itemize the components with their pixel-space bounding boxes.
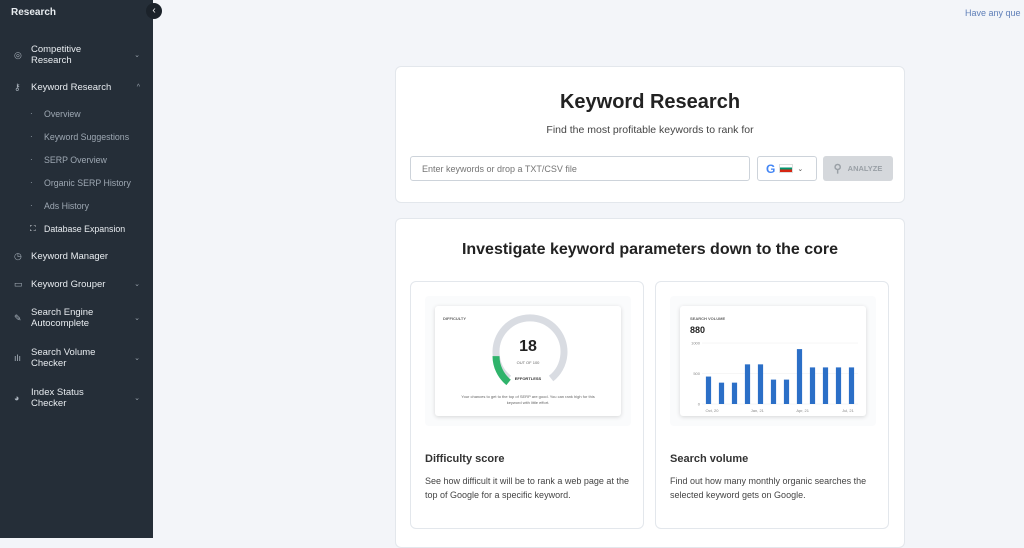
bar: [757, 364, 764, 404]
features-card: Investigate keyword parameters down to t…: [395, 218, 905, 548]
chevron-down-icon: ⌄: [134, 394, 140, 402]
search-engine-select[interactable]: G ⌄: [757, 156, 817, 181]
chevron-down-icon: ⌄: [134, 314, 140, 322]
y-tick-label: 1000: [691, 341, 701, 346]
bullet-icon: ·: [30, 109, 33, 118]
search-card: Keyword Research Find the most profitabl…: [395, 66, 905, 203]
sidebar-subitem[interactable]: · Organic SERP History: [0, 171, 153, 194]
bar: [809, 367, 816, 404]
feature-search-volume: SEARCH VOLUME 880 1000 500 0 Oct, 20 Jan, 21…: [655, 281, 889, 529]
help-link[interactable]: Have any que: [965, 8, 1021, 18]
chevron-down-icon: ⌄: [797, 165, 804, 173]
search-volume-chart: 1000 500 0 Oct, 20 Jan, 21 Apr, 21 Jul, 21: [691, 341, 858, 413]
x-tick-label: Apr, 21: [796, 408, 809, 413]
page-title: Keyword Research: [559, 91, 741, 113]
target-icon: ◎: [14, 49, 22, 60]
bullet-icon: ·: [30, 155, 33, 164]
sidebar-item-keyword-grouper[interactable]: ▭ Keyword Grouper ⌄: [0, 270, 153, 298]
bar: [796, 349, 803, 404]
bar: [822, 367, 829, 404]
collapse-sidebar-button[interactable]: ‹: [146, 3, 162, 19]
bulgaria-flag-icon: [779, 164, 794, 173]
x-tick-label: Jul, 21: [842, 408, 855, 413]
page-subtitle: Find the most profitable keywords to ran…: [546, 124, 754, 136]
difficulty-score: 18: [519, 338, 537, 355]
bar: [770, 379, 777, 404]
bar: [731, 382, 738, 404]
sidebar-item-search-engine-autocomplete[interactable]: ✎ Search Engine Autocomplete ⌄: [0, 298, 153, 338]
sidebar-item-search-volume-checker[interactable]: ılı Search Volume Checker ⌄: [0, 338, 153, 378]
sidebar-subitem[interactable]: ⛶ Database Expansion: [0, 217, 153, 240]
pie-icon: ◕: [14, 392, 20, 403]
features-title: Investigate keyword parameters down to t…: [461, 241, 839, 258]
keyword-input[interactable]: [410, 156, 750, 181]
bar-chart-icon: ılı: [14, 352, 22, 363]
bar: [848, 367, 855, 404]
x-tick-label: Jan, 21: [751, 408, 765, 413]
key-icon: ⚷: [14, 81, 21, 92]
bullet-icon: ·: [30, 201, 33, 210]
clock-icon: ◷: [14, 250, 22, 261]
chevron-up-icon: ^: [136, 83, 140, 91]
feature-difficulty: DIFFICULTY 18 OUT OF 100 EFFORTLESS Your…: [410, 281, 644, 529]
sidebar-title: Research: [11, 7, 57, 18]
google-icon: G: [766, 161, 776, 176]
sidebar: Research ‹ ◎ Competitive Research ⌄ ⚷ Keywor…: [0, 0, 162, 538]
sidebar-item-index-status-checker[interactable]: ◕ Index Status Checker ⌄: [0, 378, 153, 418]
sidebar-item-keyword-manager[interactable]: ◷ Keyword Manager: [0, 242, 153, 270]
analyze-button[interactable]: ⚲ ANALYZE: [823, 156, 893, 181]
bar: [705, 376, 712, 404]
bar: [744, 364, 751, 404]
sidebar-subitem[interactable]: · Ads History: [0, 194, 153, 217]
folder-icon: ▭: [14, 278, 23, 289]
chevron-down-icon: ⌄: [134, 354, 140, 362]
sidebar-subitem[interactable]: · Overview: [0, 102, 153, 125]
search-icon: ⚲: [833, 163, 842, 175]
difficulty-level: EFFORTLESS: [514, 376, 542, 381]
sidebar-item-competitive-research[interactable]: ◎ Competitive Research ⌄: [0, 42, 153, 68]
pen-icon: ✎: [14, 312, 22, 323]
bar: [783, 379, 790, 404]
y-tick-label: 500: [693, 371, 700, 376]
chevron-down-icon: ⌄: [134, 51, 140, 59]
y-tick-label: 0: [698, 402, 701, 407]
sidebar-subitem[interactable]: · SERP Overview: [0, 148, 153, 171]
chevron-down-icon: ⌄: [134, 280, 140, 288]
expand-icon: ⛶: [30, 223, 36, 233]
bullet-icon: ·: [30, 178, 33, 187]
bullet-icon: ·: [30, 132, 33, 141]
sidebar-item-keyword-research[interactable]: ⚷ Keyword Research ^: [0, 72, 153, 102]
bar: [718, 382, 725, 404]
bar: [835, 367, 842, 404]
sidebar-subitem[interactable]: · Keyword Suggestions: [0, 125, 153, 148]
x-tick-label: Oct, 20: [706, 408, 720, 413]
